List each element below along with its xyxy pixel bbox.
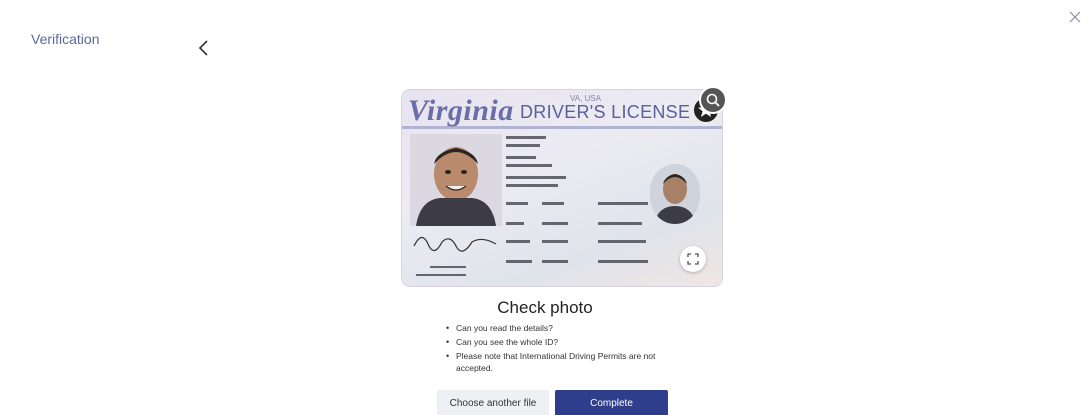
close-icon [1069, 11, 1081, 23]
list-item: Please note that International Driving P… [446, 350, 686, 374]
card-type-text: DRIVER'S LICENSE [520, 102, 691, 122]
zoom-button[interactable] [699, 86, 727, 114]
card-state-text: Virginia [408, 94, 514, 127]
card-divider [402, 126, 722, 129]
page-title: Verification [31, 31, 100, 47]
complete-button[interactable]: Complete [555, 390, 668, 415]
expand-icon [687, 253, 699, 265]
close-button[interactable] [1068, 10, 1082, 24]
card-signature [413, 236, 497, 252]
chevron-left-icon [198, 40, 208, 56]
choose-another-file-button[interactable]: Choose another file [437, 390, 549, 415]
search-icon [706, 93, 720, 107]
check-photo-heading: Check photo [497, 298, 593, 317]
id-card-image: Virginia VA, USA DRIVER'S LICENSE [402, 90, 722, 286]
check-tips-list: Can you read the details? Can you see th… [440, 322, 686, 376]
id-ghost-photo [650, 164, 700, 224]
list-item: Can you read the details? [446, 322, 686, 334]
list-item: Can you see the whole ID? [446, 336, 686, 348]
back-button[interactable] [196, 38, 212, 58]
id-photo [410, 134, 502, 226]
id-preview: Virginia VA, USA DRIVER'S LICENSE [402, 86, 727, 286]
verification-page: Verification Virginia VA, USA DRIVER'S L… [0, 0, 1090, 415]
expand-button[interactable] [680, 246, 706, 272]
